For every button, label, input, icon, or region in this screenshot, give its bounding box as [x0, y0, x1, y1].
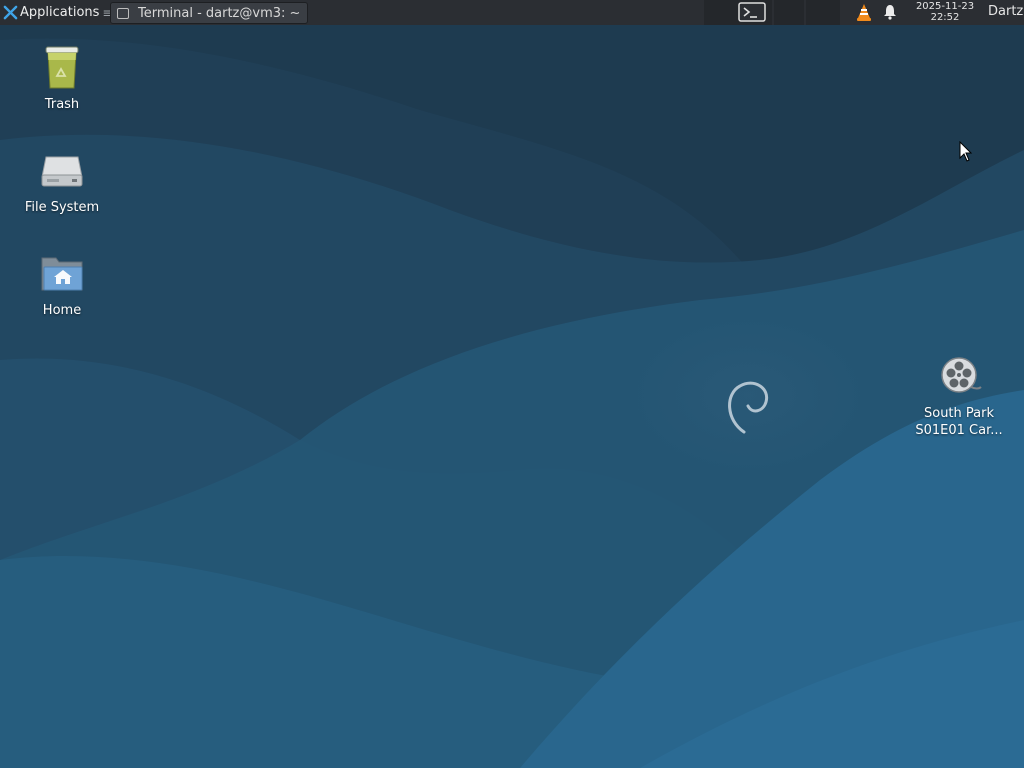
desktop-icon-trash[interactable]: Trash: [7, 44, 117, 113]
workspace-2[interactable]: [774, 0, 804, 25]
taskbar-window-title: Terminal - dartz@vm3: ~: [138, 5, 301, 21]
top-panel: Applications ≡ Terminal - dartz@vm3: ~ 2…: [0, 0, 1024, 25]
user-menu[interactable]: Dartz: [988, 4, 1023, 19]
clock-time: 22:52: [930, 12, 960, 23]
mouse-cursor-icon: [959, 141, 973, 162]
desktop-icon-video-file[interactable]: South Park S01E01 Car...: [904, 353, 1014, 439]
desktop-icon-file-system[interactable]: File System: [7, 147, 117, 216]
desktop-icon-label: South Park S01E01 Car...: [915, 405, 1002, 439]
clock-date: 2025-11-23: [915, 1, 975, 12]
desktop-icon-label: Home: [42, 303, 82, 318]
vlc-icon[interactable]: [855, 3, 873, 22]
desktop[interactable]: Applications ≡ Terminal - dartz@vm3: ~ 2…: [0, 0, 1024, 768]
video-label-line2: S01E01 Car...: [915, 423, 1003, 438]
xfce-logo-icon: [3, 5, 18, 20]
terminal-window-icon: [117, 7, 129, 19]
desktop-icon-label: Trash: [44, 97, 80, 112]
notifications-bell-icon[interactable]: [883, 3, 897, 21]
terminal-launcher-icon[interactable]: [738, 2, 766, 22]
wallpaper: [0, 0, 1024, 768]
desktop-icon-label: File System: [24, 200, 100, 215]
workspace-3[interactable]: [806, 0, 840, 25]
taskbar-window-terminal[interactable]: Terminal - dartz@vm3: ~: [110, 2, 308, 24]
video-label-line1: South Park: [923, 406, 994, 421]
applications-menu-button[interactable]: Applications ≡: [0, 0, 114, 25]
trash-icon: [45, 46, 79, 89]
drive-icon: [41, 156, 83, 187]
video-reel-icon: [941, 357, 982, 393]
applications-label: Applications: [20, 5, 100, 20]
home-folder-icon: [41, 257, 83, 291]
desktop-icon-home[interactable]: Home: [7, 250, 117, 319]
clock[interactable]: 2025-11-23 22:52: [906, 1, 984, 23]
